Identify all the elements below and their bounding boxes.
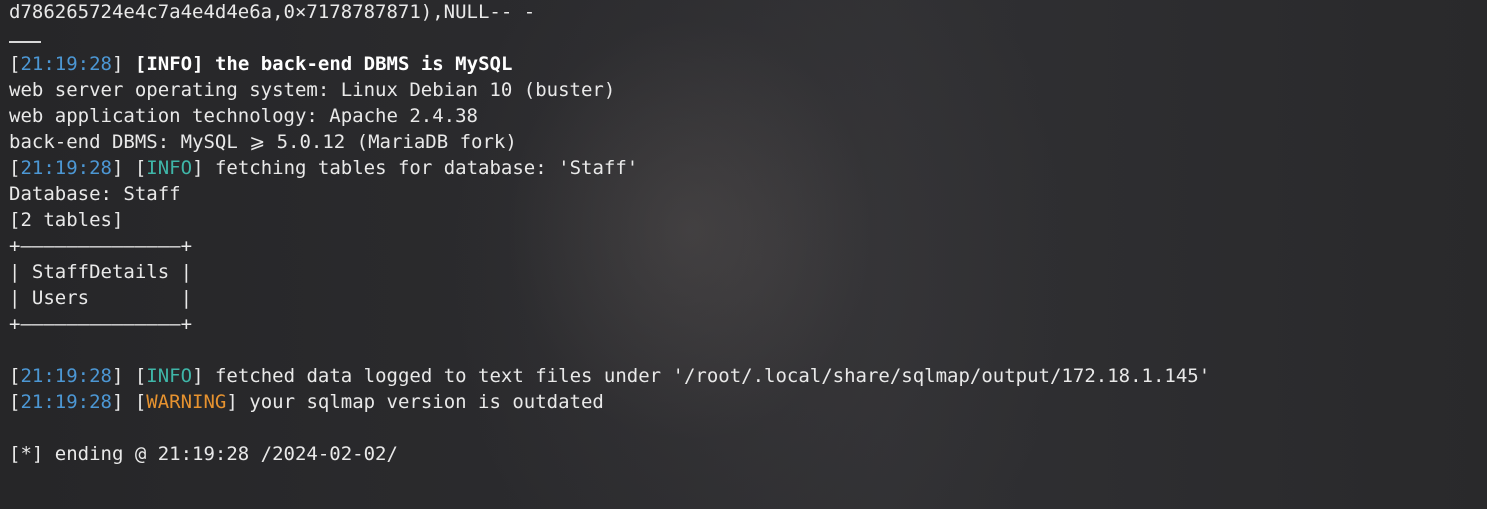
table-border-text: +——————————————+ <box>9 235 193 257</box>
info-tag: INFO <box>146 53 193 75</box>
os-text: web server operating system: Linux Debia… <box>9 79 616 101</box>
table-cell: | Users | <box>9 287 193 309</box>
log-message: fetching tables for database: 'Staff' <box>203 157 639 179</box>
table-border-bottom: +——————————————+ <box>9 311 1479 337</box>
table-count-text: [2 tables] <box>9 209 124 231</box>
table-count-line: [2 tables] <box>9 207 1479 233</box>
timestamp: 21:19:28 <box>20 157 112 179</box>
ending-text: [*] ending @ 21:19:28 /2024-02-02/ <box>9 443 398 465</box>
cursor-line <box>9 25 1479 51</box>
payload-text: d786265724e4c7a4e4d4e6a,0×7178787871),NU… <box>9 1 536 23</box>
timestamp: 21:19:28 <box>20 365 112 387</box>
database-line: Database: Staff <box>9 181 1479 207</box>
table-row: | StaffDetails | <box>9 259 1479 285</box>
log-line-dbms-detected: [21:19:28] [INFO] the back-end DBMS is M… <box>9 53 513 75</box>
timestamp: 21:19:28 <box>20 391 112 413</box>
log-line-fetching-tables: [21:19:28] [INFO] fetching tables for da… <box>9 157 639 179</box>
tech-line: web application technology: Apache 2.4.3… <box>9 103 1479 129</box>
info-tag: INFO <box>146 365 193 387</box>
log-line-fetched-data: [21:19:28] [INFO] fetched data logged to… <box>9 365 1211 387</box>
os-line: web server operating system: Linux Debia… <box>9 77 1479 103</box>
ending-line: [*] ending @ 21:19:28 /2024-02-02/ <box>9 441 1479 467</box>
dbms-line: back-end DBMS: MySQL ⩾ 5.0.12 (MariaDB f… <box>9 129 1479 155</box>
table-border-text: +——————————————+ <box>9 313 193 335</box>
payload-tail-line: d786265724e4c7a4e4d4e6a,0×7178787871),NU… <box>9 0 1479 25</box>
table-border-top: +——————————————+ <box>9 233 1479 259</box>
table-row: | Users | <box>9 285 1479 311</box>
dbms-text: back-end DBMS: MySQL ⩾ 5.0.12 (MariaDB f… <box>9 131 517 153</box>
timestamp: 21:19:28 <box>20 53 112 75</box>
tech-text: web application technology: Apache 2.4.3… <box>9 105 478 127</box>
warning-tag: WARNING <box>146 391 227 413</box>
table-cell: | StaffDetails | <box>9 261 193 283</box>
log-line-warning: [21:19:28] [WARNING] your sqlmap version… <box>9 391 604 413</box>
log-message: your sqlmap version is outdated <box>237 391 604 413</box>
underscore-mark <box>9 41 41 43</box>
database-text: Database: Staff <box>9 183 181 205</box>
log-message: the back-end DBMS is MySQL <box>214 53 513 75</box>
terminal-output: d786265724e4c7a4e4d4e6a,0×7178787871),NU… <box>9 0 1479 509</box>
log-message: fetched data logged to text files under … <box>203 365 1211 387</box>
info-tag: INFO <box>146 157 193 179</box>
